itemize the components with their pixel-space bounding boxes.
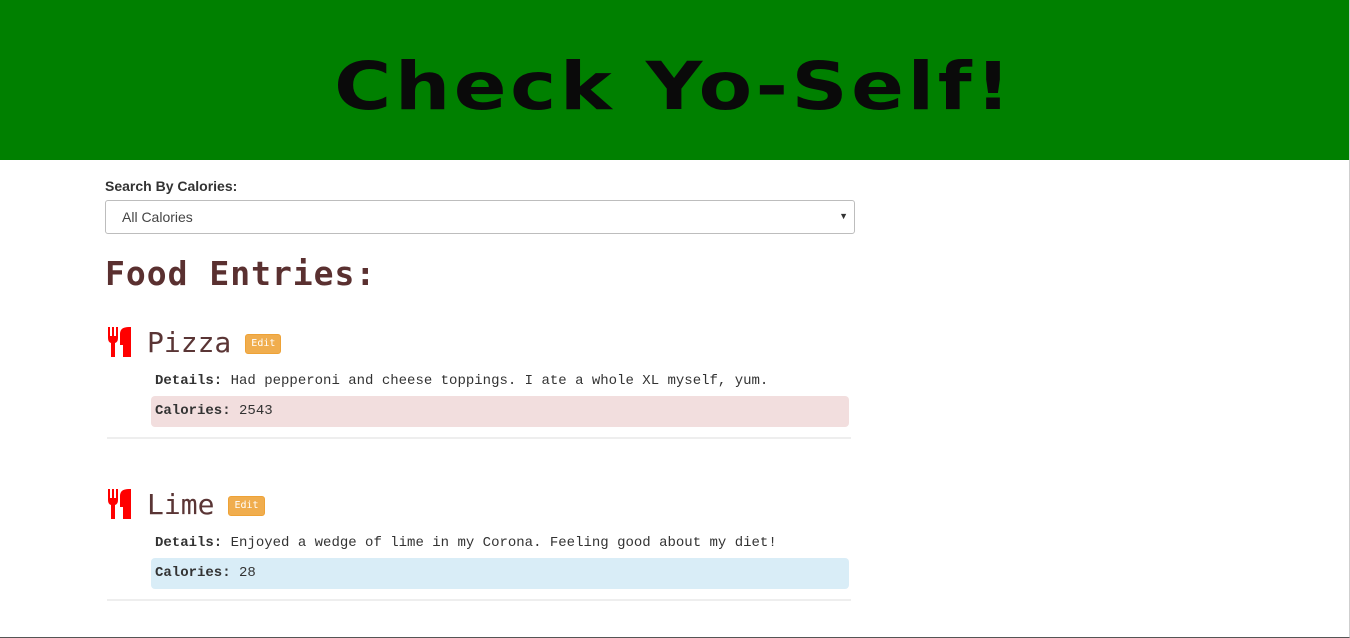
entry-details: Details: Had pepperoni and cheese toppin… — [155, 373, 851, 389]
calories-filter-select[interactable]: All Calories ▼ — [105, 200, 855, 234]
entry-calories: Calories: 2543 — [151, 396, 849, 427]
entry-header: Lime Edit — [107, 487, 851, 521]
entry-header: Pizza Edit — [107, 325, 851, 359]
cutlery-icon — [108, 489, 131, 519]
entry-details: Details: Enjoyed a wedge of lime in my C… — [155, 535, 851, 551]
calories-filter-value: All Calories — [122, 209, 193, 225]
cutlery-icon — [108, 327, 131, 357]
details-label: Details: — [155, 373, 223, 389]
details-label: Details: — [155, 535, 223, 551]
app-title: Check Yo-Self! — [334, 47, 1015, 125]
calories-label: Calories: — [155, 565, 231, 581]
edit-button[interactable]: Edit — [228, 496, 265, 516]
edit-button[interactable]: Edit — [245, 334, 282, 354]
details-text: Had pepperoni and cheese toppings. I ate… — [230, 373, 769, 389]
page: Check Yo-Self! Search By Calories: All C… — [0, 0, 1350, 638]
calories-label: Calories: — [155, 403, 231, 419]
search-calories-label: Search By Calories: — [105, 178, 238, 194]
main-content: Search By Calories: All Calories ▼ Food … — [105, 160, 855, 601]
details-text: Enjoyed a wedge of lime in my Corona. Fe… — [230, 535, 777, 551]
entry-name: Lime — [147, 487, 215, 521]
food-entry: Pizza Edit Details: Had pepperoni and ch… — [107, 325, 851, 439]
entry-calories: Calories: 28 — [151, 558, 849, 589]
food-entries-heading: Food Entries: — [105, 254, 377, 293]
header-banner: Check Yo-Self! — [0, 0, 1349, 160]
calories-value: 28 — [239, 565, 256, 581]
food-entry: Lime Edit Details: Enjoyed a wedge of li… — [107, 487, 851, 601]
caret-down-icon: ▼ — [839, 211, 848, 221]
calories-value: 2543 — [239, 403, 273, 419]
entry-name: Pizza — [147, 325, 232, 359]
